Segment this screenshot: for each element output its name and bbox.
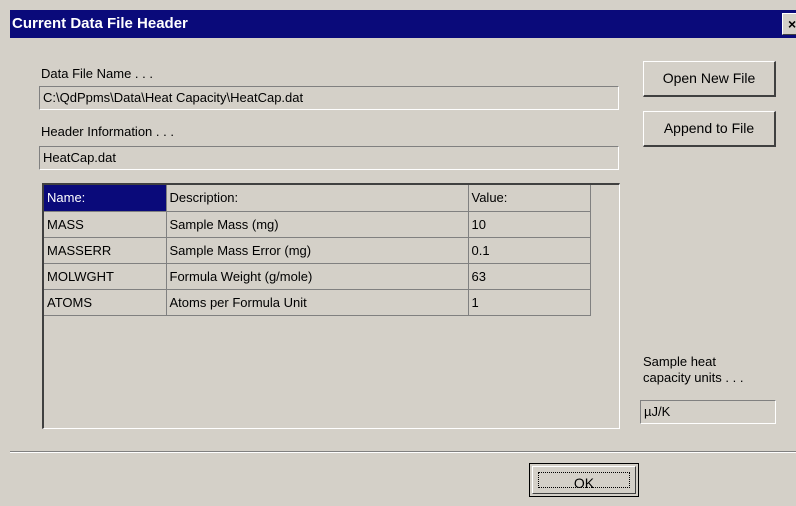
title-bar[interactable]: Current Data File Header × bbox=[10, 10, 796, 38]
cell-value[interactable]: 1 bbox=[468, 289, 591, 316]
cell-value[interactable]: 0.1 bbox=[468, 237, 591, 264]
header-information-field[interactable]: HeatCap.dat bbox=[39, 146, 619, 170]
cell-value[interactable]: 10 bbox=[468, 211, 591, 238]
table-row: ATOMS Atoms per Formula Unit 1 bbox=[44, 289, 591, 316]
table-row: MASS Sample Mass (mg) 10 bbox=[44, 211, 591, 238]
ok-button-label: OK bbox=[538, 472, 630, 491]
units-field[interactable]: µJ/K bbox=[640, 400, 776, 424]
cell-name[interactable]: ATOMS bbox=[44, 289, 167, 316]
column-header-description[interactable]: Description: bbox=[166, 185, 469, 212]
parameters-table: Name: Description: Value: MASS Sample Ma… bbox=[44, 185, 591, 316]
data-file-name-field[interactable]: C:\QdPpms\Data\Heat Capacity\HeatCap.dat bbox=[39, 86, 619, 110]
cell-description[interactable]: Atoms per Formula Unit bbox=[166, 289, 469, 316]
dialog-title: Current Data File Header bbox=[12, 15, 188, 32]
table-header-row: Name: Description: Value: bbox=[44, 185, 591, 212]
data-file-name-label: Data File Name . . . bbox=[41, 66, 153, 81]
dialog-window: Current Data File Header × Data File Nam… bbox=[0, 0, 796, 506]
column-header-name[interactable]: Name: bbox=[44, 185, 167, 212]
cell-value[interactable]: 63 bbox=[468, 263, 591, 290]
ok-button[interactable]: OK bbox=[529, 463, 639, 497]
cell-description[interactable]: Formula Weight (g/mole) bbox=[166, 263, 469, 290]
cell-description[interactable]: Sample Mass (mg) bbox=[166, 211, 469, 238]
close-button[interactable]: × bbox=[782, 13, 796, 35]
separator-highlight bbox=[10, 452, 796, 453]
append-to-file-button[interactable]: Append to File bbox=[643, 111, 776, 147]
table-row: MASSERR Sample Mass Error (mg) 0.1 bbox=[44, 237, 591, 264]
header-information-label: Header Information . . . bbox=[41, 124, 174, 139]
units-label-line2: capacity units . . . bbox=[643, 370, 744, 385]
open-new-file-button[interactable]: Open New File bbox=[643, 61, 776, 97]
column-header-value[interactable]: Value: bbox=[468, 185, 591, 212]
cell-name[interactable]: MASS bbox=[44, 211, 167, 238]
cell-name[interactable]: MOLWGHT bbox=[44, 263, 167, 290]
header-parameters-grid: Name: Description: Value: MASS Sample Ma… bbox=[42, 183, 620, 429]
cell-description[interactable]: Sample Mass Error (mg) bbox=[166, 237, 469, 264]
table-row: MOLWGHT Formula Weight (g/mole) 63 bbox=[44, 263, 591, 290]
units-label-line1: Sample heat bbox=[643, 354, 716, 369]
cell-name[interactable]: MASSERR bbox=[44, 237, 167, 264]
